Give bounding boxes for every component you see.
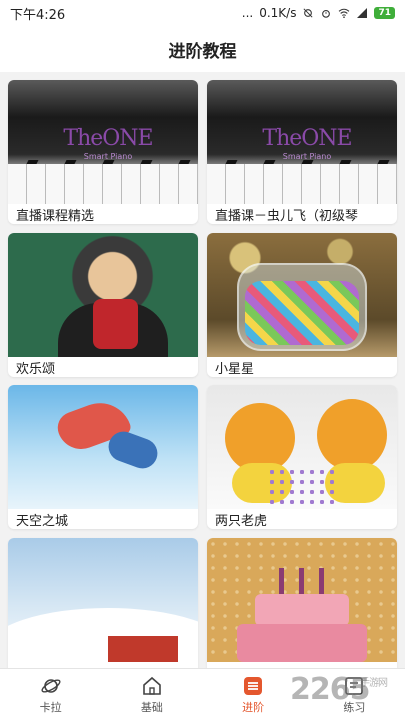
course-title: 欢乐颂 (16, 362, 56, 377)
tab-label: 基础 (140, 700, 163, 714)
course-card[interactable]: 天空之城 (8, 385, 198, 529)
course-card[interactable]: TheONE Smart Piano 直播课－虫儿飞（初级琴 (207, 80, 397, 224)
brand-logo-subtext: Smart Piano (83, 152, 133, 161)
course-card[interactable]: 小星星 (207, 233, 397, 377)
tab-kala[interactable]: 卡拉 (0, 669, 101, 720)
course-grid: TheONE Smart Piano 直播课程精选 TheONE Smart P… (0, 72, 405, 668)
alarm-off-icon (303, 8, 313, 18)
planet-icon (41, 678, 61, 693)
tab-advanced[interactable]: 进阶 (203, 669, 304, 720)
tab-basic[interactable]: 基础 (101, 669, 202, 720)
watermark: 2265 手游网 (290, 672, 405, 720)
course-title: 小星星 (215, 362, 255, 377)
signal-icon (357, 8, 368, 18)
tab-label: 卡拉 (39, 700, 62, 714)
course-title: 两只老虎 (215, 514, 268, 529)
home-icon (143, 676, 161, 695)
course-thumbnail: TheONE Smart Piano (8, 80, 198, 204)
brand-logo-text: TheONE (262, 126, 352, 151)
battery-indicator: 71 (374, 7, 395, 19)
course-thumbnail (8, 385, 198, 509)
course-card[interactable]: 欢乐颂 (8, 233, 198, 377)
course-thumbnail (207, 385, 397, 509)
course-thumbnail (8, 538, 198, 662)
watermark-text: 2265 (290, 672, 370, 707)
wifi-icon (339, 8, 350, 18)
course-card[interactable] (207, 538, 397, 668)
course-title: 天空之城 (16, 514, 69, 529)
brand-logo-subtext: Smart Piano (282, 152, 332, 161)
course-card[interactable] (8, 538, 198, 668)
status-bar: 下午4:26 ... 0.1K/s 71 (0, 0, 405, 26)
course-title: 直播课－虫儿飞（初级琴 (215, 209, 359, 224)
list-icon (244, 676, 263, 695)
tab-label: 进阶 (242, 700, 265, 714)
course-title: 直播课程精选 (16, 209, 95, 224)
course-thumbnail: TheONE Smart Piano (207, 80, 397, 204)
watermark-subtext: 手游网 (360, 678, 388, 689)
alarm-icon (322, 9, 331, 18)
status-icons: ... 0.1K/s 71 (242, 6, 395, 20)
more-dots: ... (241, 6, 254, 20)
course-thumbnail (8, 233, 198, 357)
brand-logo-text: TheONE (63, 126, 153, 151)
network-speed: 0.1K/s (259, 6, 297, 20)
course-thumbnail (207, 233, 397, 357)
course-card[interactable]: 两只老虎 (207, 385, 397, 529)
course-card[interactable]: TheONE Smart Piano 直播课程精选 (8, 80, 198, 224)
course-thumbnail (207, 538, 397, 662)
page-title: 进阶教程 (0, 26, 405, 72)
status-time: 下午4:26 (10, 7, 66, 23)
